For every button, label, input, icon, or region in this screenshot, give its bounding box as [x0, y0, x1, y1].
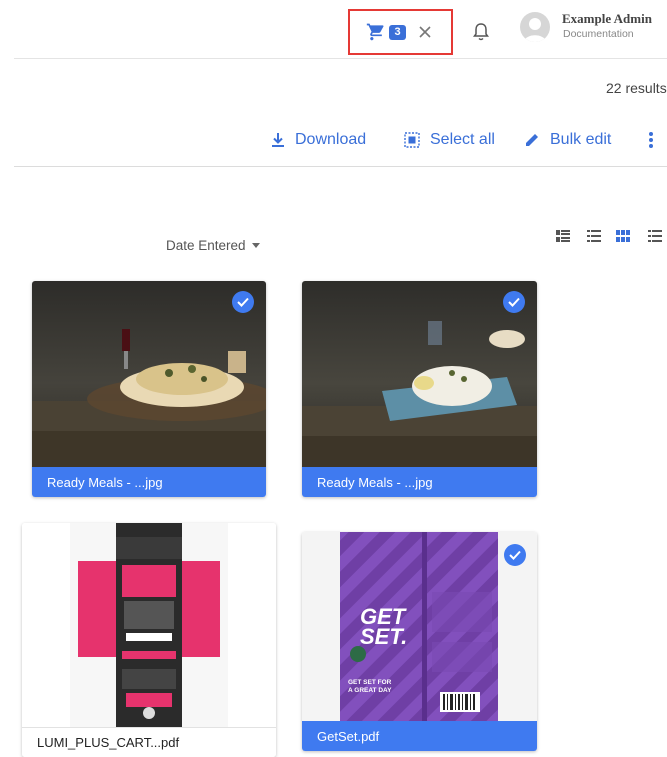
caret-down-icon: [251, 243, 260, 248]
asset-thumbnail[interactable]: [32, 281, 266, 467]
check-icon: [237, 297, 249, 307]
cart-icon[interactable]: [366, 22, 386, 42]
bulk-edit-button[interactable]: Bulk edit: [524, 129, 611, 151]
asset-caption: LUMI_PLUS_CART...pdf: [22, 727, 276, 757]
check-icon: [509, 550, 521, 560]
view-details-icon[interactable]: [587, 230, 601, 242]
download-icon: [272, 133, 284, 147]
results-count: 22 results: [606, 80, 667, 96]
svg-text:SET.: SET.: [360, 624, 407, 649]
select-all-label: Select all: [430, 131, 495, 148]
sort-dropdown[interactable]: Date Entered: [166, 238, 260, 253]
view-grid-icon[interactable]: [616, 230, 630, 242]
asset-card[interactable]: Ready Meals - ...jpg: [32, 281, 266, 497]
svg-text:GET SET FOR: GET SET FOR: [348, 679, 392, 686]
more-options-button[interactable]: [648, 129, 664, 151]
header-divider: [14, 58, 667, 59]
cart-controls: 3: [348, 9, 453, 55]
download-button[interactable]: Download: [271, 129, 366, 151]
asset-caption: Ready Meals - ...jpg: [302, 467, 537, 497]
svg-text:A GREAT DAY: A GREAT DAY: [348, 687, 392, 694]
asset-thumbnail[interactable]: [22, 523, 276, 727]
user-name[interactable]: Example Admin: [562, 11, 652, 27]
asset-card[interactable]: LUMI_PLUS_CART...pdf: [22, 523, 276, 757]
download-label: Download: [295, 131, 367, 148]
pencil-icon: [526, 134, 538, 146]
bulk-edit-label: Bulk edit: [550, 131, 612, 148]
selected-check[interactable]: [503, 291, 525, 313]
page: { "header": { "cart_count": "3", "user_n…: [0, 0, 667, 757]
asset-caption: Ready Meals - ...jpg: [32, 467, 266, 497]
avatar[interactable]: [520, 12, 550, 42]
check-icon: [508, 297, 520, 307]
toolbar-divider: [14, 166, 667, 167]
selected-check[interactable]: [232, 291, 254, 313]
select-all-icon: [404, 132, 420, 148]
asset-card[interactable]: GET SET. GET SET FOR A GREAT DAY GetSet.…: [302, 532, 537, 751]
bell-icon[interactable]: [472, 22, 490, 42]
asset-caption: GetSet.pdf: [302, 721, 537, 751]
close-icon[interactable]: [418, 25, 432, 39]
top-bar: 3 Example Admin Documentation: [0, 0, 667, 58]
view-list-icon[interactable]: [556, 230, 570, 242]
selected-check[interactable]: [504, 544, 526, 566]
asset-thumbnail[interactable]: [302, 281, 537, 467]
select-all-button[interactable]: Select all: [404, 129, 495, 151]
view-compact-icon[interactable]: [648, 230, 662, 242]
asset-card[interactable]: Ready Meals - ...jpg: [302, 281, 537, 497]
cart-count-badge[interactable]: 3: [389, 24, 406, 40]
sort-label: Date Entered: [166, 238, 246, 253]
user-role: Documentation: [563, 28, 634, 40]
more-icon: [649, 132, 653, 148]
asset-thumbnail[interactable]: GET SET. GET SET FOR A GREAT DAY: [302, 532, 537, 721]
